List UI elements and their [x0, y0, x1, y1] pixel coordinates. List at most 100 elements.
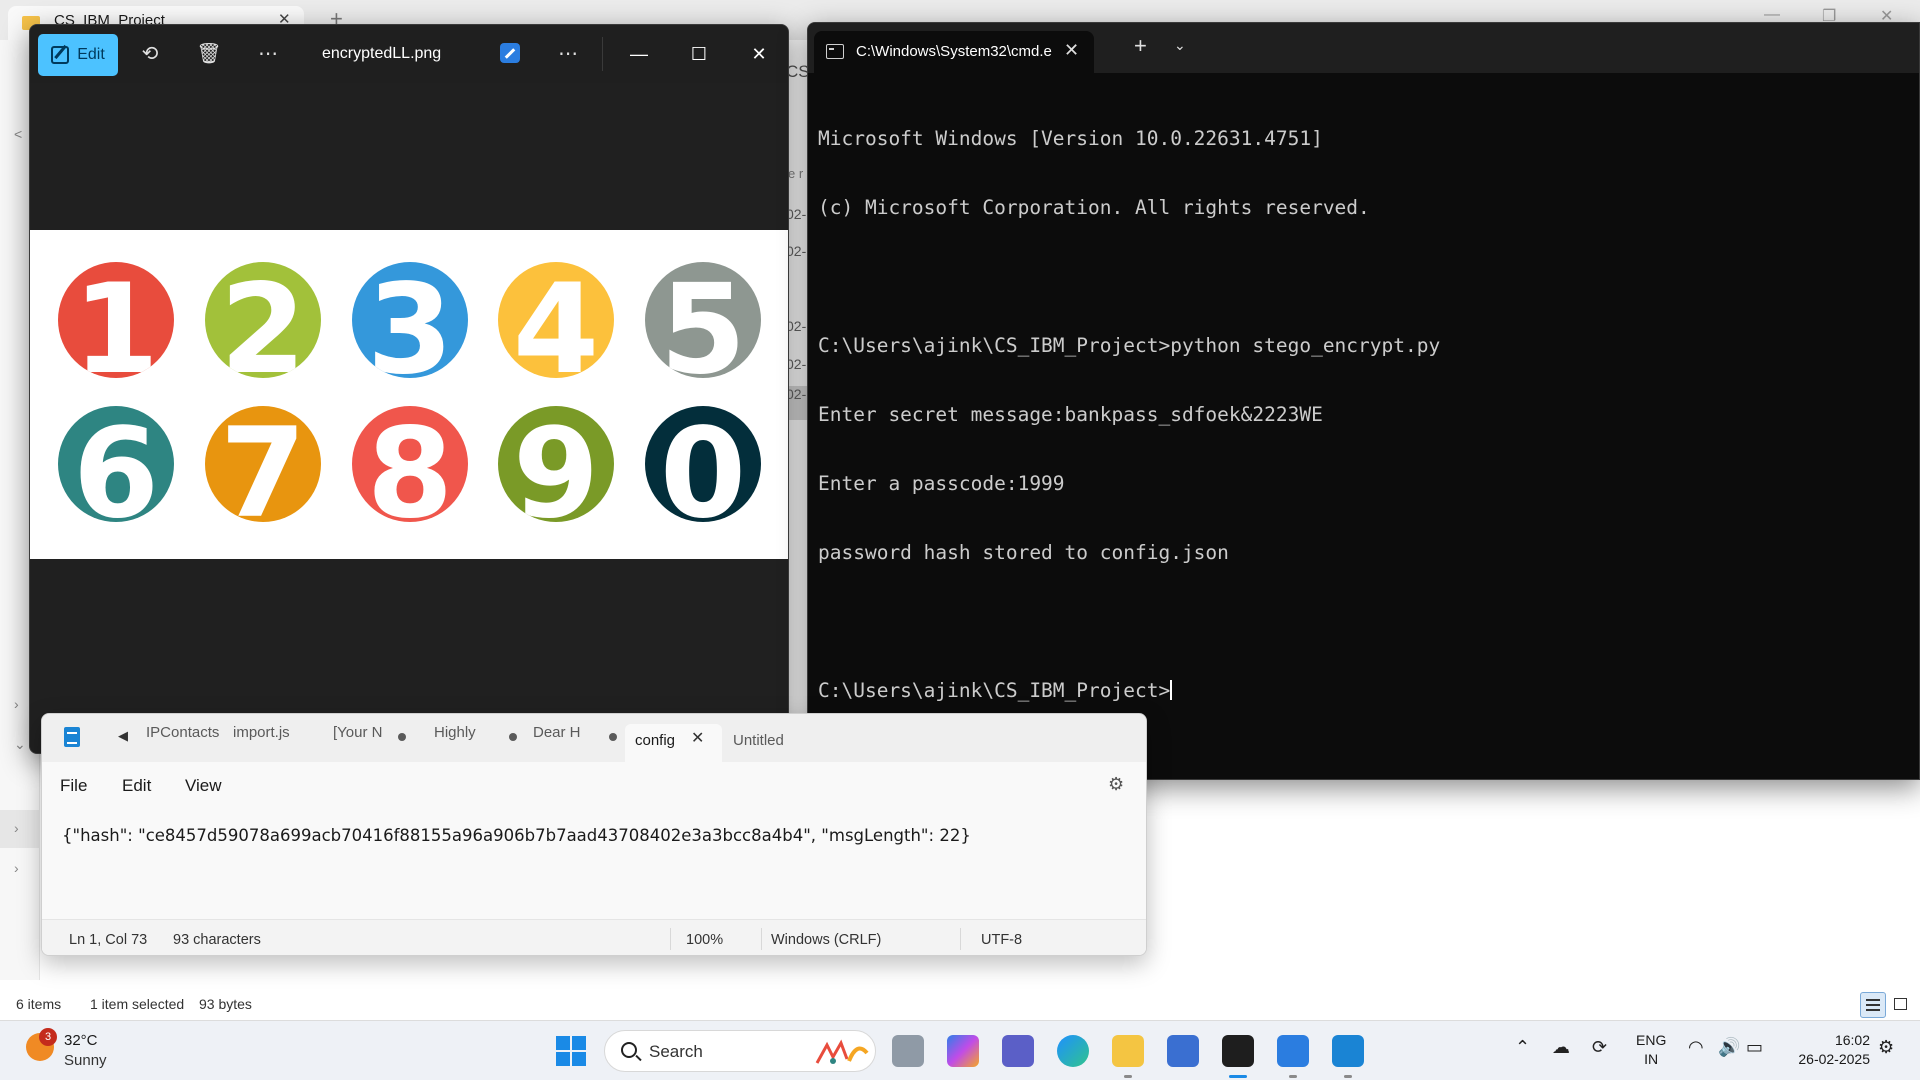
encoding[interactable]: UTF-8	[981, 932, 1022, 948]
active-indicator	[1229, 1075, 1247, 1078]
terminal-tab-label: C:\Windows\System32\cmd.e	[856, 43, 1052, 60]
notepad-tab-active[interactable]: config ✕	[625, 724, 722, 762]
terminal-line: (c) Microsoft Corporation. All rights re…	[818, 196, 1370, 219]
digit-circle-9: 9	[498, 406, 614, 522]
item-count: 6 items	[16, 996, 62, 1012]
edit-button[interactable]: Edit	[38, 34, 118, 76]
tiles-view-button[interactable]	[1888, 992, 1914, 1018]
notepad-tab[interactable]: Untitled	[733, 724, 803, 762]
status-divider	[761, 928, 762, 950]
notepad-tab[interactable]: Dear H	[533, 724, 621, 762]
terminal-output[interactable]: Microsoft Windows [Version 10.0.22631.47…	[818, 81, 1908, 771]
maximize-button[interactable]: ☐	[684, 39, 714, 69]
taskbar: 3 32°C Sunny Search ⌃ ☁ ⟳ ENG IN ◠ 🔊 ▭ 1…	[0, 1020, 1920, 1080]
minimize-button[interactable]: —	[624, 39, 654, 69]
digit-label: 6	[72, 406, 160, 522]
volume-icon[interactable]: 🔊	[1718, 1037, 1740, 1058]
settings-gear-icon[interactable]: ⚙	[1108, 774, 1124, 795]
photos-taskbar-icon[interactable]	[1277, 1035, 1309, 1067]
photos-toolbar: Edit ⟲ 🗑 ⋯ encryptedLL.png ⋯ — ☐ ✕	[30, 25, 788, 83]
rotate-icon[interactable]: ⟲	[137, 41, 163, 67]
menu-file[interactable]: File	[60, 776, 87, 796]
task-view-icon[interactable]	[892, 1035, 924, 1067]
menu-edit[interactable]: Edit	[122, 776, 151, 796]
tab-label: import.js	[233, 724, 290, 741]
terminal-taskbar-icon[interactable]	[1222, 1035, 1254, 1067]
zoom-level[interactable]: 100%	[686, 932, 723, 948]
tab-label: config	[635, 732, 676, 749]
close-tab-icon[interactable]: ✕	[691, 728, 704, 748]
selected-nav-item[interactable]: ›	[0, 810, 40, 848]
digit-label: 9	[512, 406, 600, 522]
collapse-chevron-icon[interactable]: ⌄	[14, 736, 26, 753]
more-options-icon[interactable]: ⋯	[555, 41, 581, 67]
terminal-window: C:\Windows\System32\cmd.e ✕ + ⌄ Microsof…	[807, 22, 1920, 780]
close-button[interactable]: ✕	[744, 39, 774, 69]
battery-icon[interactable]: ▭	[1746, 1037, 1763, 1058]
line-ending[interactable]: Windows (CRLF)	[771, 932, 881, 948]
image-canvas[interactable]: 1 2 3 4 5 6 7 8 9 0	[30, 230, 788, 559]
notepad-taskbar-icon[interactable]	[1332, 1035, 1364, 1067]
terminal-tab[interactable]: C:\Windows\System32\cmd.e ✕	[814, 31, 1094, 73]
region-code: IN	[1644, 1051, 1659, 1067]
start-button[interactable]	[556, 1036, 586, 1066]
search-label: Search	[649, 1042, 703, 1061]
scroll-tabs-left-icon[interactable]: ◀	[118, 728, 128, 744]
notepad-tab[interactable]: Highly	[434, 724, 521, 762]
digit-label: 4	[512, 262, 600, 378]
digit-label: 3	[366, 262, 454, 378]
copilot-icon[interactable]	[947, 1035, 979, 1067]
selection-count: 1 item selected	[90, 996, 185, 1012]
edit-button-label: Edit	[77, 46, 105, 63]
tab-label: [Your N	[333, 724, 383, 741]
image-editor-icon[interactable]	[500, 43, 520, 63]
sync-icon[interactable]: ⟳	[1592, 1037, 1607, 1058]
terminal-line: C:\Users\ajink\CS_IBM_Project>python ste…	[818, 334, 1441, 357]
notepad-app-icon	[64, 727, 80, 747]
photos-window: Edit ⟲ 🗑 ⋯ encryptedLL.png ⋯ — ☐ ✕ 1 2 3…	[29, 24, 789, 754]
terminal-line: Enter a passcode:1999	[818, 472, 1065, 495]
running-indicator	[1344, 1075, 1352, 1078]
menu-view[interactable]: View	[185, 776, 222, 796]
file-explorer-icon[interactable]	[1112, 1035, 1144, 1067]
text-editor[interactable]: {"hash": "ce8457d59078a699acb70416f88155…	[62, 826, 971, 845]
running-indicator	[1289, 1075, 1297, 1078]
notifications-icon[interactable]: ⚙	[1878, 1037, 1894, 1058]
digit-label: 5	[659, 262, 747, 378]
tab-label: Highly	[434, 724, 476, 741]
onedrive-cloud-icon[interactable]: ☁	[1552, 1037, 1570, 1058]
chevron-down-icon[interactable]: ⌄	[1174, 37, 1186, 54]
text-cursor	[1170, 680, 1173, 700]
notepad-tab[interactable]: [Your N	[333, 724, 410, 762]
tab-label: IPContacts	[146, 724, 220, 741]
digit-circle-8: 8	[352, 406, 468, 522]
system-clock[interactable]: 16:02 26-02-2025	[1788, 1031, 1870, 1069]
teams-icon[interactable]	[1002, 1035, 1034, 1067]
delete-icon[interactable]: 🗑	[196, 41, 222, 67]
character-count: 93 characters	[173, 932, 261, 948]
digit-circle-4: 4	[498, 262, 614, 378]
show-hidden-icons-chevron[interactable]: ⌃	[1515, 1037, 1530, 1058]
digit-label: 7	[219, 406, 307, 522]
terminal-prompt-line[interactable]: C:\Users\ajink\CS_IBM_Project>	[818, 679, 1908, 702]
back-arrow-icon[interactable]: <	[14, 126, 22, 142]
notepad-tab[interactable]: IPContacts	[146, 724, 226, 762]
wifi-icon[interactable]: ◠	[1688, 1037, 1704, 1058]
status-divider	[960, 928, 961, 950]
more-options-icon[interactable]: ⋯	[255, 41, 281, 67]
new-tab-button[interactable]: +	[1134, 35, 1147, 57]
taskbar-search-box[interactable]: Search	[604, 1030, 876, 1072]
edge-icon[interactable]	[1057, 1035, 1089, 1067]
terminal-tab-bar: C:\Windows\System32\cmd.e ✕ + ⌄	[808, 23, 1919, 73]
expand-chevron-icon[interactable]: ›	[14, 696, 19, 712]
close-tab-icon[interactable]: ✕	[1064, 40, 1079, 61]
input-language-indicator[interactable]: ENG IN	[1636, 1031, 1666, 1069]
tab-label: Untitled	[733, 732, 784, 749]
notepad-tab[interactable]: import.js	[233, 724, 301, 762]
digit-label: 2	[219, 262, 307, 378]
performance-monitor-icon[interactable]	[1167, 1035, 1199, 1067]
column-header-fragment: e r	[788, 166, 804, 181]
selection-size: 93 bytes	[199, 996, 252, 1012]
expand-chevron-icon[interactable]: ›	[14, 860, 19, 876]
details-view-button[interactable]	[1860, 992, 1886, 1018]
